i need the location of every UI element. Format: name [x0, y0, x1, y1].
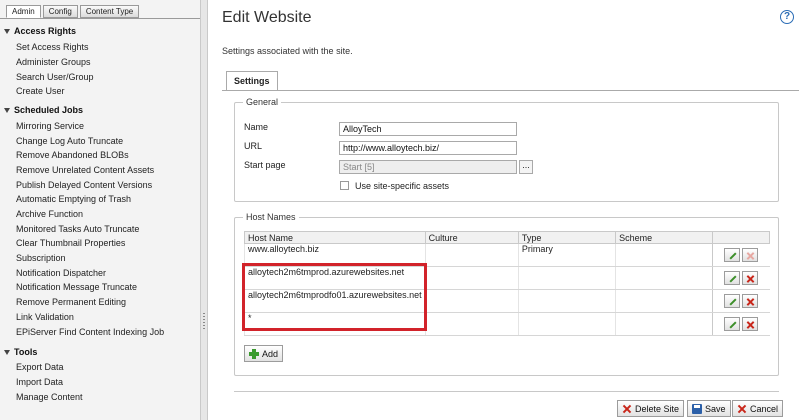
nav-item-subscription[interactable]: Subscription: [16, 253, 66, 263]
site-assets-label: Use site-specific assets: [355, 181, 450, 191]
save-label: Save: [705, 403, 726, 414]
row-actions: [712, 289, 770, 313]
nav-item-automatic-emptying-of-trash[interactable]: Automatic Emptying of Trash: [16, 194, 131, 204]
row-actions: [712, 243, 770, 267]
tab-divider: [222, 90, 799, 91]
edit-pencil-icon[interactable]: [724, 317, 741, 331]
tab-settings[interactable]: Settings: [226, 71, 278, 90]
add-button-label: Add: [262, 348, 279, 359]
column-culture: Culture: [424, 231, 519, 244]
footer-divider: [234, 391, 779, 392]
delete-x-icon[interactable]: [742, 317, 759, 331]
delete-site-button[interactable]: Delete Site: [617, 400, 685, 417]
plus-icon: [249, 348, 259, 359]
nav-item-clear-thumbnail-properties[interactable]: Clear Thumbnail Properties: [16, 238, 125, 248]
nav-item-import-data[interactable]: Import Data: [16, 377, 63, 387]
type-cell: [517, 266, 616, 290]
nav-item-administer-groups[interactable]: Administer Groups: [16, 57, 91, 67]
collapse-triangle-icon: [4, 28, 10, 34]
nav-item-remove-permanent-editing[interactable]: Remove Permanent Editing: [16, 297, 126, 307]
row-actions: [712, 266, 770, 290]
general-legend: General: [246, 97, 279, 107]
nav-item-publish-delayed-content-versions[interactable]: Publish Delayed Content Versions: [16, 180, 152, 190]
nav-item-monitored-tasks-auto-truncate[interactable]: Monitored Tasks Auto Truncate: [16, 224, 139, 234]
tab-content-type[interactable]: Content Type: [79, 5, 140, 18]
delete-x-icon[interactable]: [742, 271, 759, 285]
tab-divider: [0, 18, 200, 19]
culture-cell: [424, 266, 519, 290]
admin-mode-tabs: Admin Config Content Type: [6, 5, 140, 18]
type-cell: [517, 289, 616, 313]
cancel-label: Cancel: [750, 403, 779, 414]
nav-item-link-validation[interactable]: Link Validation: [16, 312, 74, 322]
name-label: Name: [244, 122, 269, 132]
edit-website-main: Edit Website ? Settings associated with …: [208, 0, 799, 420]
nav-item-export-data[interactable]: Export Data: [16, 362, 64, 372]
nav-item-notification-dispatcher[interactable]: Notification Dispatcher: [16, 268, 106, 278]
cancel-x-icon: [737, 404, 747, 414]
name-input[interactable]: AlloyTech: [339, 122, 517, 136]
section-title: Scheduled Jobs: [14, 105, 84, 115]
row-actions: [712, 312, 770, 336]
start-page-input[interactable]: Start [5]: [339, 160, 517, 174]
browse-start-page-button[interactable]: ...: [519, 160, 533, 174]
panel-splitter[interactable]: [200, 0, 208, 420]
save-disk-icon: [692, 403, 702, 414]
nav-item-archive-function[interactable]: Archive Function: [16, 209, 83, 219]
site-assets-checkbox[interactable]: [340, 181, 349, 190]
nav-item-notification-message-truncate[interactable]: Notification Message Truncate: [16, 282, 137, 292]
page-title: Edit Website: [222, 9, 312, 26]
section-access-rights[interactable]: Access Rights: [4, 26, 76, 36]
edit-pencil-icon[interactable]: [724, 294, 741, 308]
nav-item-remove-abandoned-blobs[interactable]: Remove Abandoned BLOBs: [16, 150, 129, 160]
nav-item-change-log-auto-truncate[interactable]: Change Log Auto Truncate: [16, 136, 123, 146]
help-icon[interactable]: ?: [780, 10, 794, 24]
column-actions: [712, 231, 770, 244]
type-cell: Primary: [517, 243, 616, 267]
nav-item-manage-content[interactable]: Manage Content: [16, 392, 83, 402]
section-scheduled-jobs[interactable]: Scheduled Jobs: [4, 105, 83, 115]
nav-item-search-user-group[interactable]: Search User/Group: [16, 72, 94, 82]
delete-site-label: Delete Site: [635, 403, 680, 414]
column-host-name: Host Name: [244, 231, 426, 244]
url-input[interactable]: http://www.alloytech.biz/: [339, 141, 517, 155]
cancel-button[interactable]: Cancel: [732, 400, 784, 417]
nav-item-set-access-rights[interactable]: Set Access Rights: [16, 42, 89, 52]
culture-cell: [424, 243, 519, 267]
type-cell: [517, 312, 616, 336]
nav-item-create-user[interactable]: Create User: [16, 86, 65, 96]
splitter-grip-icon[interactable]: [203, 313, 205, 329]
column-type: Type: [517, 231, 617, 244]
culture-cell: [424, 312, 519, 336]
edit-pencil-icon[interactable]: [724, 271, 741, 285]
collapse-triangle-icon: [4, 107, 10, 113]
column-scheme: Scheme: [615, 231, 714, 244]
culture-cell: [424, 289, 519, 313]
scheme-cell: [615, 312, 713, 336]
collapse-triangle-icon: [4, 349, 10, 355]
delete-x-icon: [742, 248, 759, 262]
tab-admin[interactable]: Admin: [6, 5, 41, 18]
highlight-box: [242, 263, 427, 331]
scheme-cell: [615, 289, 713, 313]
nav-item-mirroring-service[interactable]: Mirroring Service: [16, 121, 84, 131]
delete-x-icon[interactable]: [742, 294, 759, 308]
page-description: Settings associated with the site.: [222, 46, 353, 56]
host-names-legend: Host Names: [246, 212, 296, 222]
scheme-cell: [615, 266, 713, 290]
url-label: URL: [244, 141, 263, 151]
section-title: Tools: [14, 347, 38, 357]
section-title: Access Rights: [14, 26, 77, 36]
start-page-label: Start page: [244, 160, 286, 170]
nav-item-remove-unrelated-content-assets[interactable]: Remove Unrelated Content Assets: [16, 165, 154, 175]
nav-item-episerver-find-indexing-job[interactable]: EPiServer Find Content Indexing Job: [16, 327, 164, 337]
delete-x-icon: [622, 404, 632, 414]
tab-config[interactable]: Config: [42, 5, 78, 18]
admin-navigation-panel: Admin Config Content Type Access Rights …: [0, 0, 200, 420]
scheme-cell: [615, 243, 713, 267]
add-host-button[interactable]: Add: [244, 345, 284, 362]
section-tools[interactable]: Tools: [4, 347, 37, 357]
edit-pencil-icon[interactable]: [724, 248, 741, 262]
save-button[interactable]: Save: [687, 400, 731, 417]
